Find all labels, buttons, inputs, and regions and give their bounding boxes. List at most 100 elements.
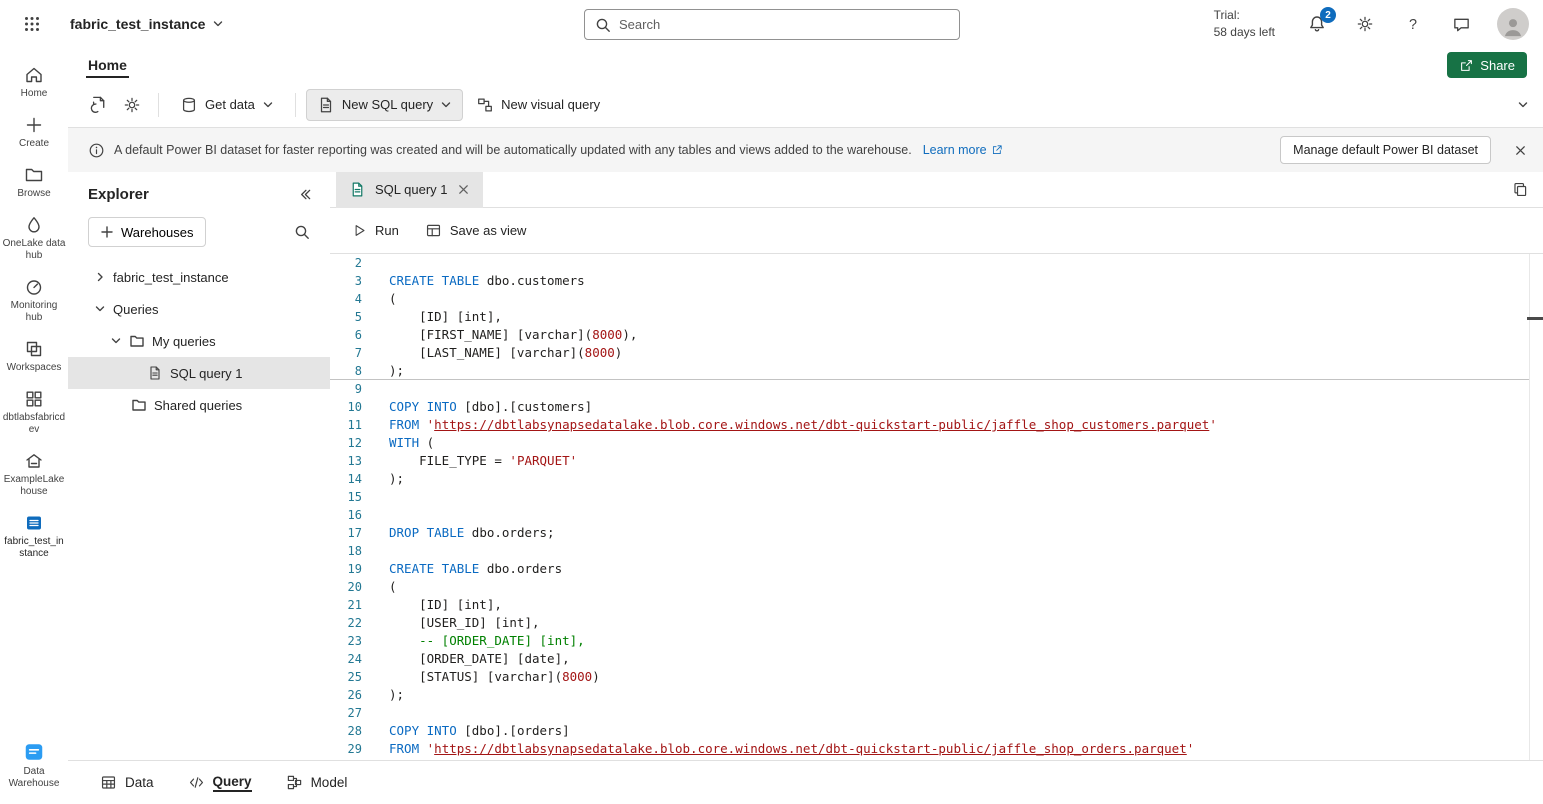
code-line-3[interactable]: 3CREATE TABLE dbo.customers xyxy=(330,272,1529,290)
save-as-view-icon xyxy=(425,222,442,239)
code-line-27[interactable]: 27 xyxy=(330,704,1529,722)
code-line-6[interactable]: 6 [FIRST_NAME] [varchar](8000), xyxy=(330,326,1529,344)
explorer-search-icon[interactable] xyxy=(294,224,310,240)
code-line-5[interactable]: 5 [ID] [int], xyxy=(330,308,1529,326)
code-line-14[interactable]: 14); xyxy=(330,470,1529,488)
nav-item-onelake-data-hub[interactable]: OneLake data hub xyxy=(1,208,67,270)
code-line-4[interactable]: 4( xyxy=(330,290,1529,308)
explorer-panel: Explorer Warehouses fabric_test_instance… xyxy=(68,172,330,760)
view-tab-query[interactable]: Query xyxy=(188,774,252,792)
code-line-13[interactable]: 13 FILE_TYPE = 'PARQUET' xyxy=(330,452,1529,470)
person-icon xyxy=(1500,14,1526,40)
view-tab-data[interactable]: Data xyxy=(100,774,154,791)
close-banner-icon[interactable] xyxy=(1514,144,1527,157)
warehouses-button[interactable]: Warehouses xyxy=(88,217,206,247)
nav-item-data-warehouse[interactable]: Data Warehouse xyxy=(1,734,67,798)
gear-icon xyxy=(123,96,141,114)
tree-item-my-queries[interactable]: My queries xyxy=(68,325,330,357)
info-message: A default Power BI dataset for faster re… xyxy=(114,143,912,157)
tree-item-queries[interactable]: Queries xyxy=(68,293,330,325)
collapse-explorer-icon[interactable] xyxy=(297,187,312,202)
feedback-icon xyxy=(1452,15,1471,34)
view-switcher-bar: Data Query Model xyxy=(68,760,1543,804)
nav-item-browse[interactable]: Browse xyxy=(1,158,67,208)
code-line-17[interactable]: 17DROP TABLE dbo.orders; xyxy=(330,524,1529,542)
data-warehouse-icon xyxy=(23,741,45,763)
tree-item-fabric-test-instance[interactable]: fabric_test_instance xyxy=(68,261,330,293)
code-line-11[interactable]: 11FROM 'https://dbtlabsynapsedatalake.bl… xyxy=(330,416,1529,434)
nav-item-home[interactable]: Home xyxy=(1,58,67,108)
visual-query-icon xyxy=(476,96,494,114)
avatar[interactable] xyxy=(1497,8,1529,40)
nav-item-examplelakehouse[interactable]: ExampleLakehouse xyxy=(1,444,67,506)
editor-scrollbar[interactable] xyxy=(1529,254,1543,760)
nav-item-monitoring-hub[interactable]: Monitoring hub xyxy=(1,270,67,332)
code-line-10[interactable]: 10COPY INTO [dbo].[customers] xyxy=(330,398,1529,416)
refresh-button[interactable] xyxy=(82,89,114,121)
code-line-28[interactable]: 28COPY INTO [dbo].[orders] xyxy=(330,722,1529,740)
chevron-right-icon[interactable] xyxy=(94,271,106,283)
settings-button-top[interactable] xyxy=(1353,12,1377,36)
workspace-switcher[interactable]: fabric_test_instance xyxy=(70,16,224,32)
code-line-20[interactable]: 20( xyxy=(330,578,1529,596)
code-line-19[interactable]: 19CREATE TABLE dbo.orders xyxy=(330,560,1529,578)
settings-button[interactable] xyxy=(116,89,148,121)
code-line-22[interactable]: 22 [USER_ID] [int], xyxy=(330,614,1529,632)
save-as-view-button[interactable]: Save as view xyxy=(425,222,527,239)
get-data-button[interactable]: Get data xyxy=(169,89,285,121)
code-line-26[interactable]: 26); xyxy=(330,686,1529,704)
nav-item-create[interactable]: Create xyxy=(1,108,67,158)
chevron-down-icon[interactable] xyxy=(110,335,122,347)
code-line-8[interactable]: 8); xyxy=(330,362,1529,380)
line-number: 19 xyxy=(330,560,362,578)
search-input[interactable] xyxy=(619,17,949,32)
plus20-icon xyxy=(24,115,44,135)
chevron-down-icon xyxy=(262,99,274,111)
learn-more-link[interactable]: Learn more xyxy=(923,143,1003,157)
run-button[interactable]: Run xyxy=(352,223,399,238)
nav-item-fabric-test-instance[interactable]: fabric_test_instance xyxy=(1,506,67,568)
line-number: 11 xyxy=(330,416,362,434)
divider xyxy=(158,93,159,117)
feedback-button[interactable] xyxy=(1449,12,1473,36)
line-number: 18 xyxy=(330,542,362,560)
line-number: 22 xyxy=(330,614,362,632)
code-line-23[interactable]: 23 -- [ORDER_DATE] [int], xyxy=(330,632,1529,650)
code-line-18[interactable]: 18 xyxy=(330,542,1529,560)
view-tab-model[interactable]: Model xyxy=(286,774,348,791)
line-number: 9 xyxy=(330,380,362,398)
help-button[interactable]: ? xyxy=(1401,12,1425,36)
close-tab-icon[interactable] xyxy=(457,183,470,196)
chevron-down-icon[interactable] xyxy=(94,303,106,315)
code-line-25[interactable]: 25 [STATUS] [varchar](8000) xyxy=(330,668,1529,686)
code-line-9[interactable]: 9 xyxy=(330,380,1529,398)
code-line-15[interactable]: 15 xyxy=(330,488,1529,506)
code-line-21[interactable]: 21 [ID] [int], xyxy=(330,596,1529,614)
new-sql-query-button[interactable]: New SQL query xyxy=(306,89,463,121)
code-line-16[interactable]: 16 xyxy=(330,506,1529,524)
copy-icon[interactable] xyxy=(1512,181,1529,198)
tab-home[interactable]: Home xyxy=(86,52,129,78)
tab-sql-query-1[interactable]: SQL query 1 xyxy=(336,172,483,208)
code-line-12[interactable]: 12WITH ( xyxy=(330,434,1529,452)
sql-query-icon xyxy=(317,96,335,114)
app-launcher-icon[interactable] xyxy=(8,0,56,48)
line-number: 13 xyxy=(330,452,362,470)
code-line-7[interactable]: 7 [LAST_NAME] [varchar](8000) xyxy=(330,344,1529,362)
tree-item-sql-query-1[interactable]: SQL query 1 xyxy=(68,357,330,389)
sql-file-icon xyxy=(349,181,366,198)
nav-item-dbtlabsfabricdev[interactable]: dbtlabsfabricdev xyxy=(1,382,67,444)
notifications-button[interactable]: 2 xyxy=(1305,12,1329,36)
ribbon-collapse-button[interactable] xyxy=(1517,99,1529,111)
code-line-29[interactable]: 29FROM 'https://dbtlabsynapsedatalake.bl… xyxy=(330,740,1529,758)
code-line-24[interactable]: 24 [ORDER_DATE] [date], xyxy=(330,650,1529,668)
code-line-2[interactable]: 2 xyxy=(330,254,1529,272)
new-visual-query-button[interactable]: New visual query xyxy=(465,89,611,121)
line-number: 28 xyxy=(330,722,362,740)
share-button[interactable]: Share xyxy=(1447,52,1527,78)
tree-item-shared-queries[interactable]: Shared queries xyxy=(68,389,330,421)
search-box[interactable] xyxy=(584,9,960,40)
manage-dataset-button[interactable]: Manage default Power BI dataset xyxy=(1280,136,1491,164)
code-editor[interactable]: 23CREATE TABLE dbo.customers4(5 [ID] [in… xyxy=(330,254,1543,760)
nav-item-workspaces[interactable]: Workspaces xyxy=(1,332,67,382)
